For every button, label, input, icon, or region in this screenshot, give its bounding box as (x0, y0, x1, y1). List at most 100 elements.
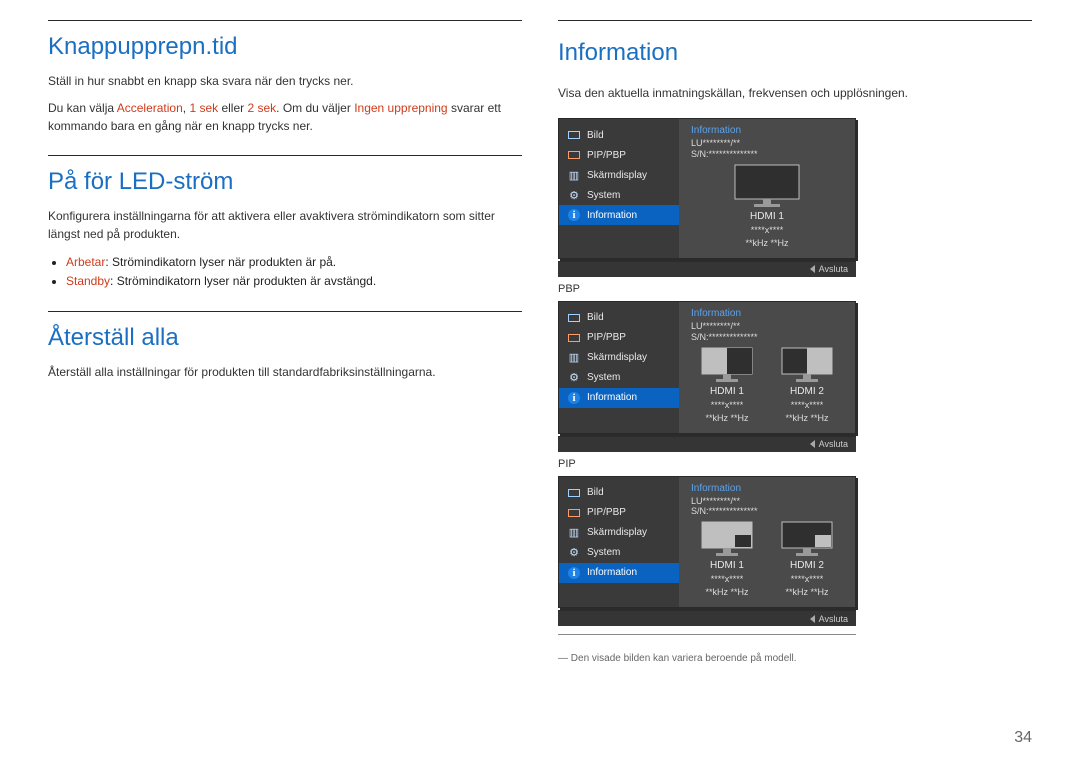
hl-arbetar: Arbetar (66, 255, 105, 269)
osd-content: Information LU********/** S/N:**********… (679, 477, 855, 608)
back-icon (810, 265, 815, 273)
left-column: Knappupprepn.tid Ställ in hur snabbt en … (48, 20, 522, 725)
picture-icon (567, 129, 581, 141)
monitor-hdmi2: HDMI 2 ****x**** **kHz **Hz (781, 521, 833, 597)
heading-reset: Återställ alla (48, 324, 522, 352)
menu-item-system[interactable]: ⚙ System (559, 543, 679, 563)
text: : Strömindikatorn lyser när produkten är… (110, 274, 376, 288)
menu-item-osd[interactable]: ▥Skärmdisplay (559, 348, 679, 368)
hl-2sek: 2 sek (247, 101, 276, 115)
menu-label: System (587, 547, 620, 558)
info-icon: i (567, 567, 581, 579)
monitor-row: HDMI 1 ****x**** **kHz **Hz HDMI 2 ****x… (691, 343, 843, 425)
info-model: LU********/** (691, 321, 843, 332)
menu-item-information[interactable]: i Information (559, 205, 679, 225)
display-icon: ▥ (567, 352, 581, 364)
info-subtitle: Information (691, 125, 843, 136)
menu-item-pip[interactable]: PIP/PBP (559, 145, 679, 165)
menu-label: PIP/PBP (587, 507, 626, 518)
info-p1: Visa den aktuella inmatningskällan, frek… (558, 85, 908, 102)
gear-icon: ⚙ (567, 547, 581, 559)
menu-label: Information (587, 210, 637, 221)
knapp-p1: Ställ in hur snabbt en knapp ska svara n… (48, 73, 522, 90)
footnote-text: Den visade bilden kan variera beroende p… (558, 653, 796, 664)
rule-led (48, 155, 522, 156)
osd-content: Information LU********/** S/N:**********… (679, 302, 855, 433)
menu-item-bild[interactable]: Bild (559, 308, 679, 328)
info-subtitle: Information (691, 308, 843, 319)
info-subtitle: Information (691, 483, 843, 494)
text: : Strömindikatorn lyser när produkten är… (105, 255, 336, 269)
mon-label: HDMI 1 (750, 211, 784, 222)
mon-label: HDMI 1 (710, 560, 744, 571)
page-root: Knappupprepn.tid Ställ in hur snabbt en … (0, 0, 1080, 763)
heading-led: På för LED-ström (48, 168, 522, 196)
led-bullets: Arbetar: Strömindikatorn lyser när produ… (48, 253, 522, 291)
gear-icon: ⚙ (567, 372, 581, 384)
mon-freq: **kHz **Hz (785, 413, 828, 423)
hl-1sek: 1 sek (189, 101, 218, 115)
menu-label: Bild (587, 312, 604, 323)
monitor-row: HDMI 1 ****x**** **kHz **Hz HDMI 2 ****x… (691, 517, 843, 599)
hl-standby: Standby (66, 274, 110, 288)
mon-freq: **kHz **Hz (705, 413, 748, 423)
footer-label: Avsluta (819, 264, 848, 274)
menu-label: Information (587, 392, 637, 403)
menu-item-osd[interactable]: ▥ Skärmdisplay (559, 165, 679, 185)
mon-res: ****x**** (791, 400, 824, 410)
info-sn: S/N:************** (691, 149, 843, 160)
mon-freq: **kHz **Hz (745, 238, 788, 248)
menu-item-system[interactable]: ⚙System (559, 368, 679, 388)
display-icon: ▥ (567, 169, 581, 181)
menu-item-bild[interactable]: Bild (559, 125, 679, 145)
osd-footer: Avsluta (558, 610, 856, 626)
mon-label: HDMI 2 (790, 560, 824, 571)
osd-screen-pbp: Bild PIP/PBP ▥Skärmdisplay ⚙System iInfo… (558, 301, 856, 434)
menu-item-osd[interactable]: ▥ Skärmdisplay (559, 523, 679, 543)
mon-label: HDMI 1 (710, 386, 744, 397)
monitor-hdmi1: HDMI 1 ****x**** **kHz **Hz (734, 164, 800, 248)
rule-top-left (48, 20, 522, 21)
menu-item-information[interactable]: iInformation (559, 388, 679, 408)
osd-screen-single: Bild PIP/PBP ▥ Skärmdisplay ⚙ System i Info… (558, 118, 856, 259)
mon-freq: **kHz **Hz (705, 587, 748, 597)
page-number: 34 (1014, 729, 1032, 747)
osd-footer: Avsluta (558, 436, 856, 452)
osd-panel-3: Bild PIP/PBP ▥ Skärmdisplay ⚙ System i Info… (558, 470, 856, 627)
menu-item-pip[interactable]: PIP/PBP (559, 328, 679, 348)
osd-panel-2: Bild PIP/PBP ▥Skärmdisplay ⚙System iInfo… (558, 295, 856, 452)
display-icon: ▥ (567, 527, 581, 539)
menu-item-bild[interactable]: Bild (559, 483, 679, 503)
osd-footer: Avsluta (558, 261, 856, 277)
pip-icon (567, 332, 581, 344)
mon-res: ****x**** (751, 225, 784, 235)
menu-item-information[interactable]: i Information (559, 563, 679, 583)
monitor-icon (701, 347, 753, 383)
mon-label: HDMI 2 (790, 386, 824, 397)
menu-item-system[interactable]: ⚙ System (559, 185, 679, 205)
gear-icon: ⚙ (567, 189, 581, 201)
menu-label: System (587, 190, 620, 201)
footnote-rule (558, 634, 856, 635)
rule-top-right (558, 20, 1032, 21)
hl-ingen: Ingen upprepning (354, 101, 447, 115)
osd-menu: Bild PIP/PBP ▥ Skärmdisplay ⚙ System i Info… (559, 477, 679, 608)
menu-label: Skärmdisplay (587, 170, 647, 181)
menu-label: Skärmdisplay (587, 527, 647, 538)
monitor-icon (701, 521, 753, 557)
monitor-icon (781, 521, 833, 557)
pip-icon (567, 507, 581, 519)
info-sn: S/N:************** (691, 332, 843, 343)
menu-item-pip[interactable]: PIP/PBP (559, 503, 679, 523)
info-icon: i (567, 209, 581, 221)
menu-label: Information (587, 567, 637, 578)
mon-freq: **kHz **Hz (785, 587, 828, 597)
mon-res: ****x**** (791, 574, 824, 584)
hl-acceleration: Acceleration (117, 101, 183, 115)
text: Du kan välja (48, 101, 117, 115)
menu-label: PIP/PBP (587, 150, 626, 161)
osd-panel-1: Bild PIP/PBP ▥ Skärmdisplay ⚙ System i Info… (558, 112, 856, 277)
label-pbp: PBP (558, 283, 580, 295)
info-model: LU********/** (691, 496, 843, 507)
picture-icon (567, 487, 581, 499)
